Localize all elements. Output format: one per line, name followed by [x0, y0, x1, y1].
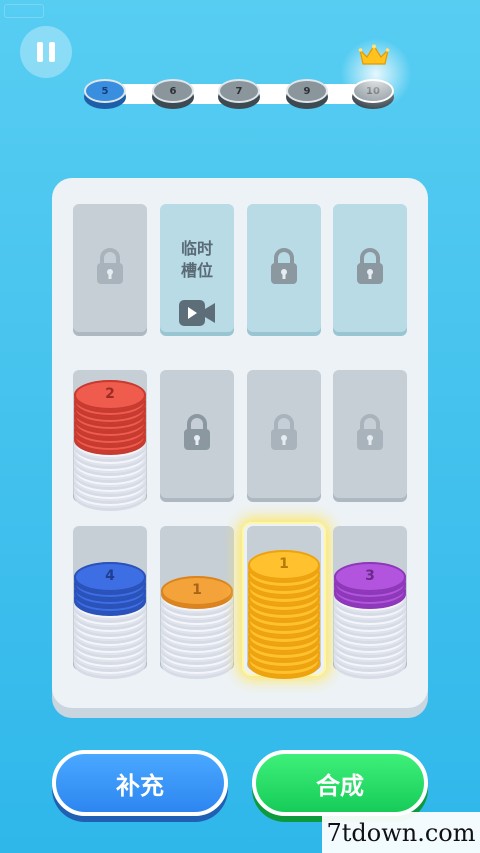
level-number: 9 [303, 85, 311, 97]
slot-r2-c4[interactable] [333, 370, 407, 498]
slot-r2-c2[interactable] [160, 370, 234, 498]
level-node-4: 9 [286, 79, 328, 109]
merge-button[interactable]: 合成 [252, 750, 428, 816]
temp-slot-label: 临时 槽位 [180, 239, 213, 280]
level-number: 5 [101, 85, 109, 97]
level-number: 7 [235, 85, 243, 97]
refill-button[interactable]: 补充 [52, 750, 228, 816]
level-node-3: 7 [218, 79, 260, 109]
crown-icon [358, 44, 390, 65]
watermark: 7tdown.com [322, 812, 480, 853]
disc-value: 2 [105, 386, 115, 402]
disc-value: 4 [105, 568, 115, 584]
level-node-2: 6 [152, 79, 194, 109]
slot-r2-c3[interactable] [247, 370, 321, 498]
lock-icon [271, 414, 297, 450]
corner-badge [4, 4, 44, 18]
slot-r1-c3[interactable] [247, 204, 321, 332]
lock-icon [271, 248, 297, 284]
lock-icon [357, 414, 383, 450]
slot-r1-c2[interactable]: 临时 槽位 [160, 204, 234, 332]
slot-r1-c1[interactable] [73, 204, 147, 332]
lock-icon [357, 248, 383, 284]
lock-icon [184, 414, 210, 450]
disc-value: 1 [192, 582, 202, 598]
video-icon [179, 300, 215, 326]
slot-r1-c4[interactable] [333, 204, 407, 332]
disc-value: 3 [365, 568, 375, 584]
lock-icon [97, 248, 123, 284]
pause-button[interactable] [20, 26, 72, 78]
pause-icon [37, 42, 43, 62]
disc-value: 1 [279, 556, 289, 572]
level-number: 6 [169, 85, 177, 97]
level-node-1: 5 [84, 79, 126, 109]
